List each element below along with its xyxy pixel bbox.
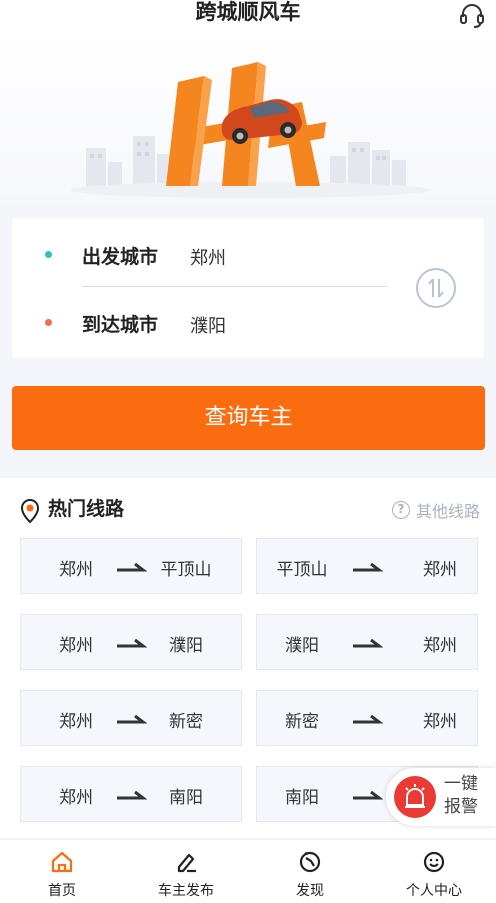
departure-dot	[45, 251, 52, 258]
city-divider	[82, 286, 387, 287]
page-title: 跨城顺风车	[195, 0, 301, 24]
location-pin-icon	[20, 499, 40, 523]
route-item[interactable]: 郑州 濮阳	[20, 614, 242, 670]
route-from: 南阳	[285, 788, 319, 808]
route-to: 南阳	[169, 788, 203, 808]
banner-illustration	[0, 36, 496, 204]
route-to: 郑州	[423, 636, 457, 656]
arrival-city-row[interactable]: 到达城市 濮阳	[12, 292, 392, 352]
route-item[interactable]: 濮阳 郑州	[256, 614, 478, 670]
departure-city-value[interactable]: 郑州	[190, 244, 226, 270]
smile-icon	[423, 851, 445, 873]
route-to: 郑州	[423, 560, 457, 580]
tab-home[interactable]: 首页	[0, 840, 124, 903]
arrival-label: 到达城市	[82, 314, 159, 336]
city-selection-card: 出发城市 郑州 到达城市 濮阳	[12, 218, 484, 358]
route-arrow-icon	[353, 714, 383, 724]
tab-discover-label: 发现	[296, 883, 324, 899]
route-to: 平顶山	[160, 560, 212, 580]
hot-routes-title: 热门线路	[48, 498, 125, 520]
arrival-dot	[45, 319, 52, 326]
route-from: 郑州	[59, 560, 93, 580]
alarm-line-2: 报警	[444, 797, 478, 817]
swap-icon	[428, 278, 444, 298]
route-item[interactable]: 平顶山 郑州	[256, 538, 478, 594]
home-icon	[51, 851, 73, 873]
banner-graphic	[70, 62, 430, 198]
route-from: 新密	[285, 712, 319, 732]
route-from: 郑州	[59, 788, 93, 808]
compass-icon	[299, 851, 321, 873]
app-header: 跨城顺风车	[0, 0, 496, 36]
route-from: 郑州	[59, 712, 93, 732]
alarm-line-1: 一键	[444, 774, 478, 794]
swap-cities-button[interactable]	[416, 268, 456, 308]
route-item[interactable]: 郑州 新密	[20, 690, 242, 746]
route-from: 郑州	[59, 636, 93, 656]
route-arrow-icon	[353, 562, 383, 572]
other-routes-link[interactable]: ? 其他线路	[391, 498, 480, 522]
tab-home-label: 首页	[48, 883, 76, 899]
departure-label: 出发城市	[82, 246, 159, 268]
edit-icon	[177, 853, 196, 873]
route-arrow-icon	[353, 790, 383, 800]
other-routes-label: 其他线路	[415, 502, 480, 521]
route-from: 濮阳	[285, 636, 319, 656]
tab-driver-post[interactable]: 车主发布	[124, 840, 248, 903]
arrival-city-value[interactable]: 濮阳	[190, 312, 226, 338]
emergency-alarm-button[interactable]: 一键 报警	[386, 768, 496, 826]
route-item[interactable]: 新密 郑州	[256, 690, 478, 746]
route-to: 新密	[169, 712, 203, 732]
tab-profile[interactable]: 个人中心	[372, 840, 496, 903]
tab-driver-post-label: 车主发布	[158, 883, 214, 899]
route-arrow-icon	[353, 638, 383, 648]
departure-city-row[interactable]: 出发城市 郑州	[12, 224, 392, 284]
alarm-label: 一键 报警	[444, 773, 478, 819]
route-item[interactable]: 郑州 平顶山	[20, 538, 242, 594]
tab-discover[interactable]: 发现	[248, 840, 372, 903]
search-drivers-button[interactable]: 查询车主	[12, 386, 485, 450]
tab-profile-label: 个人中心	[406, 883, 462, 899]
route-item[interactable]: 郑州 南阳	[20, 766, 242, 822]
bottom-tab-bar: 首页 车主发布 发现 个人中心	[0, 839, 496, 903]
route-to: 郑州	[423, 712, 457, 732]
route-to: 濮阳	[169, 636, 203, 656]
question-icon: ?	[391, 501, 410, 519]
alarm-icon	[394, 776, 436, 818]
route-from: 平顶山	[276, 560, 328, 580]
headset-icon[interactable]	[458, 2, 486, 30]
